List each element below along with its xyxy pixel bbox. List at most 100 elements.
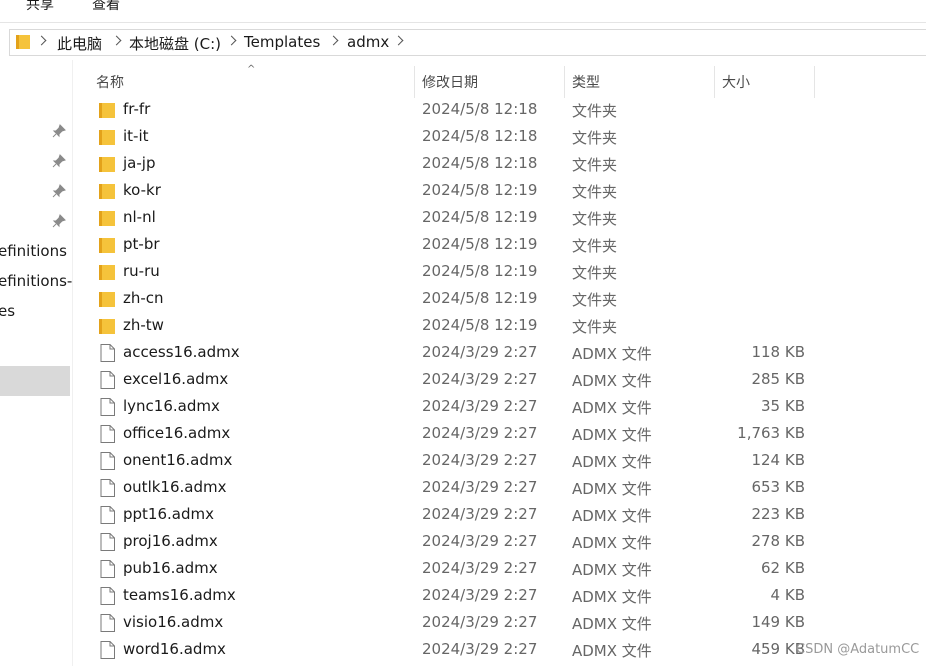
column-name[interactable]: 名称: [96, 72, 124, 92]
file-size: 149 KB: [751, 613, 805, 631]
file-icon: [99, 506, 115, 524]
file-name: office16.admx: [123, 424, 231, 442]
pin-icon[interactable]: [52, 124, 66, 138]
navigation-pane: efinitions efinitions- es: [0, 60, 73, 666]
file-row[interactable]: pt-br 2024/5/8 12:19 文件夹: [73, 231, 926, 258]
file-name: excel16.admx: [123, 370, 229, 388]
chevron-right-icon[interactable]: [226, 35, 237, 46]
file-name: pt-br: [123, 235, 160, 253]
column-divider[interactable]: [414, 66, 415, 98]
file-date-modified: 2024/3/29 2:27: [422, 613, 538, 631]
file-row[interactable]: proj16.admx 2024/3/29 2:27 ADMX 文件 278 KB: [73, 528, 926, 555]
column-size[interactable]: 大小: [722, 72, 750, 92]
file-row[interactable]: office16.admx 2024/3/29 2:27 ADMX 文件 1,763 …: [73, 420, 926, 447]
nav-item[interactable]: efinitions-: [0, 272, 72, 290]
file-date-modified: 2024/5/8 12:19: [422, 208, 538, 226]
nav-item[interactable]: es: [0, 302, 15, 320]
folder-icon: [99, 290, 115, 308]
file-name: proj16.admx: [123, 532, 218, 550]
pin-icon[interactable]: [52, 214, 66, 228]
file-row[interactable]: zh-cn 2024/5/8 12:19 文件夹: [73, 285, 926, 312]
pin-icon[interactable]: [52, 154, 66, 168]
folder-icon: [99, 101, 115, 119]
file-row[interactable]: excel16.admx 2024/3/29 2:27 ADMX 文件 285 KB: [73, 366, 926, 393]
file-date-modified: 2024/3/29 2:27: [422, 559, 538, 577]
file-type: 文件夹: [572, 210, 618, 228]
file-row[interactable]: lync16.admx 2024/3/29 2:27 ADMX 文件 35 KB: [73, 393, 926, 420]
file-type: ADMX 文件: [572, 372, 652, 390]
file-date-modified: 2024/5/8 12:18: [422, 154, 538, 172]
file-icon: [99, 641, 115, 659]
file-row[interactable]: onent16.admx 2024/3/29 2:27 ADMX 文件 124 KB: [73, 447, 926, 474]
file-row[interactable]: ja-jp 2024/5/8 12:18 文件夹: [73, 150, 926, 177]
file-type: ADMX 文件: [572, 615, 652, 633]
file-date-modified: 2024/5/8 12:18: [422, 127, 538, 145]
file-size: 653 KB: [751, 478, 805, 496]
tab-share[interactable]: 共享: [26, 0, 54, 14]
file-row[interactable]: ko-kr 2024/5/8 12:19 文件夹: [73, 177, 926, 204]
nav-item-selected[interactable]: [0, 366, 70, 396]
file-name: word16.admx: [123, 640, 226, 658]
pin-icon[interactable]: [52, 184, 66, 198]
address-bar[interactable]: 此电脑 本地磁盘 (C:) Templates admx: [9, 29, 926, 56]
file-type: ADMX 文件: [572, 642, 652, 660]
file-type: ADMX 文件: [572, 480, 652, 498]
nav-item[interactable]: efinitions: [0, 242, 67, 260]
file-name: onent16.admx: [123, 451, 233, 469]
file-size: 4 KB: [770, 586, 805, 604]
column-date[interactable]: 修改日期: [422, 72, 478, 92]
file-name: lync16.admx: [123, 397, 220, 415]
file-date-modified: 2024/5/8 12:19: [422, 235, 538, 253]
file-name: nl-nl: [123, 208, 156, 226]
file-name: ru-ru: [123, 262, 160, 280]
column-type[interactable]: 类型: [572, 72, 600, 92]
folder-icon: [99, 263, 115, 281]
column-divider[interactable]: [714, 66, 715, 98]
file-row[interactable]: ppt16.admx 2024/3/29 2:27 ADMX 文件 223 KB: [73, 501, 926, 528]
breadcrumb-this-pc[interactable]: 此电脑: [57, 33, 102, 54]
column-divider[interactable]: [564, 66, 565, 98]
file-name: teams16.admx: [123, 586, 236, 604]
file-name: ja-jp: [123, 154, 156, 172]
file-row[interactable]: outlk16.admx 2024/3/29 2:27 ADMX 文件 653 KB: [73, 474, 926, 501]
folder-icon: [16, 35, 30, 49]
chevron-right-icon[interactable]: [328, 35, 339, 46]
file-row[interactable]: nl-nl 2024/5/8 12:19 文件夹: [73, 204, 926, 231]
file-type: ADMX 文件: [572, 534, 652, 552]
file-type: 文件夹: [572, 237, 618, 255]
sort-ascending-icon: ^: [247, 64, 256, 75]
file-icon: [99, 614, 115, 632]
file-date-modified: 2024/3/29 2:27: [422, 343, 538, 361]
tab-view[interactable]: 查看: [92, 0, 120, 14]
file-row[interactable]: ru-ru 2024/5/8 12:19 文件夹: [73, 258, 926, 285]
breadcrumb-admx[interactable]: admx: [347, 33, 389, 51]
file-name: ko-kr: [123, 181, 161, 199]
folder-icon: [99, 182, 115, 200]
file-size: 1,763 KB: [737, 424, 805, 442]
file-row[interactable]: access16.admx 2024/3/29 2:27 ADMX 文件 118 KB: [73, 339, 926, 366]
file-type: 文件夹: [572, 156, 618, 174]
file-row[interactable]: fr-fr 2024/5/8 12:18 文件夹: [73, 96, 926, 123]
file-row[interactable]: pub16.admx 2024/3/29 2:27 ADMX 文件 62 KB: [73, 555, 926, 582]
file-row[interactable]: it-it 2024/5/8 12:18 文件夹: [73, 123, 926, 150]
column-divider[interactable]: [814, 66, 815, 98]
column-header: ^ 名称 修改日期 类型 大小: [73, 64, 926, 98]
file-size: 35 KB: [761, 397, 805, 415]
chevron-right-icon[interactable]: [393, 35, 404, 46]
file-type: 文件夹: [572, 264, 618, 282]
file-type: 文件夹: [572, 183, 618, 201]
file-name: zh-cn: [123, 289, 164, 307]
file-row[interactable]: teams16.admx 2024/3/29 2:27 ADMX 文件 4 KB: [73, 582, 926, 609]
file-date-modified: 2024/5/8 12:18: [422, 100, 538, 118]
breadcrumb-local-disk[interactable]: 本地磁盘 (C:): [129, 33, 221, 54]
file-type: ADMX 文件: [572, 345, 652, 363]
file-type: ADMX 文件: [572, 453, 652, 471]
file-row[interactable]: visio16.admx 2024/3/29 2:27 ADMX 文件 149 KB: [73, 609, 926, 636]
file-row[interactable]: zh-tw 2024/5/8 12:19 文件夹: [73, 312, 926, 339]
chevron-right-icon[interactable]: [36, 35, 47, 46]
file-size: 118 KB: [751, 343, 805, 361]
breadcrumb-templates[interactable]: Templates: [244, 33, 320, 51]
file-icon: [99, 533, 115, 551]
file-name: ppt16.admx: [123, 505, 214, 523]
chevron-right-icon[interactable]: [111, 35, 122, 46]
